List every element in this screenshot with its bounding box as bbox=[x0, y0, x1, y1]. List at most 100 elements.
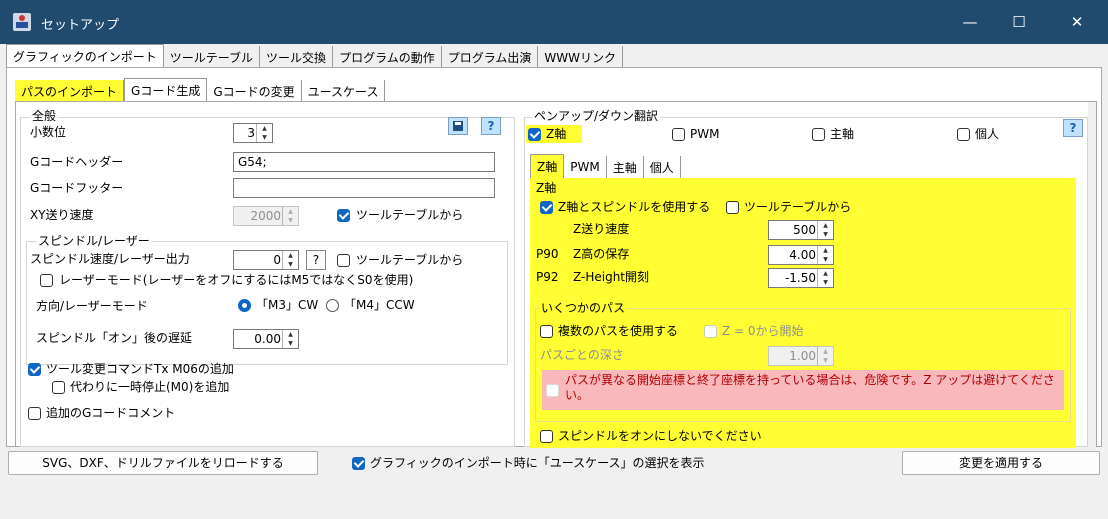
start-at-zero-label: Z = 0から開始 bbox=[722, 324, 804, 338]
pen-tab-z-axis[interactable]: Z軸 bbox=[530, 154, 565, 178]
down-arrow-icon[interactable]: ▼ bbox=[818, 255, 833, 264]
z-from-tool-table-checkbox[interactable] bbox=[726, 201, 739, 214]
xy-feed-label: XY送り速度 bbox=[30, 208, 94, 222]
tab-gcode-generation[interactable]: Gコード生成 bbox=[124, 78, 208, 102]
up-arrow-icon[interactable]: ▲ bbox=[283, 251, 298, 260]
pen-individual-checkbox[interactable] bbox=[957, 128, 970, 141]
up-arrow-icon[interactable]: ▲ bbox=[818, 246, 833, 255]
add-m06-checkbox[interactable] bbox=[28, 363, 41, 376]
tab-path-import[interactable]: パスのインポート bbox=[15, 80, 125, 102]
depth-per-pass-value: 1.00 bbox=[789, 349, 816, 363]
show-usecase-label: グラフィックのインポート時に「ユースケース」の選択を表示 bbox=[370, 456, 705, 470]
up-arrow-icon[interactable]: ▲ bbox=[818, 221, 833, 230]
show-usecase-checkbox[interactable] bbox=[352, 457, 365, 470]
use-z-and-spindle-checkbox[interactable] bbox=[540, 201, 553, 214]
xy-feed-from-tool-table-label: ツールテーブルから bbox=[356, 208, 464, 222]
main-tabs: グラフィックのインポート ツールテーブル ツール交換 プログラムの動作 プログラ… bbox=[6, 44, 623, 68]
down-arrow-icon[interactable]: ▼ bbox=[283, 339, 298, 348]
title-bar: セットアップ — ☐ ✕ bbox=[0, 0, 1108, 44]
xy-feed-stepper[interactable]: 2000 ▲ ▼ bbox=[233, 206, 299, 226]
spindle-delay-stepper[interactable]: 0.00 ▲ ▼ bbox=[233, 329, 299, 349]
reload-files-button[interactable]: SVG、DXF、ドリルファイルをリロードする bbox=[8, 451, 318, 475]
up-arrow-icon[interactable]: ▲ bbox=[818, 269, 833, 278]
tab-tool-table[interactable]: ツールテーブル bbox=[164, 46, 261, 68]
vertical-scrollbar[interactable] bbox=[1088, 102, 1096, 448]
direction-label: 方向/レーザーモード bbox=[36, 299, 148, 313]
down-arrow-icon[interactable]: ▼ bbox=[283, 260, 298, 269]
laser-mode-label: レーザーモード(レーザーをオフにするにはM5ではなくS0を使用) bbox=[59, 273, 414, 287]
pen-tabs: Z軸 PWM 主軸 個人 bbox=[530, 154, 681, 178]
z-height-label: Z-Height開刻 bbox=[573, 270, 650, 284]
down-arrow-icon[interactable]: ▼ bbox=[818, 356, 833, 365]
start-at-zero-checkbox[interactable] bbox=[704, 325, 717, 338]
tab-program-behavior[interactable]: プログラムの動作 bbox=[333, 46, 442, 68]
general-help-button[interactable]: ? bbox=[481, 117, 501, 135]
no-spindle-on-label: スピンドルをオンにしないでください bbox=[558, 429, 762, 443]
z-height-value: -1.50 bbox=[784, 271, 816, 285]
gcode-comments-label: 追加のGコードコメント bbox=[46, 406, 176, 420]
gcode-comments-checkbox[interactable] bbox=[28, 407, 41, 420]
p92-code: P92 bbox=[536, 270, 559, 284]
pen-spindle-checkbox[interactable] bbox=[812, 128, 825, 141]
window-title: セットアップ bbox=[41, 18, 120, 33]
pen-pwm-checkbox[interactable] bbox=[672, 128, 685, 141]
up-arrow-icon[interactable]: ▲ bbox=[257, 124, 272, 133]
no-spindle-on-checkbox[interactable] bbox=[540, 430, 553, 443]
gcode-header-label: Gコードヘッダー bbox=[30, 155, 124, 169]
pen-tab-pwm[interactable]: PWM bbox=[564, 156, 607, 178]
laser-mode-checkbox[interactable] bbox=[40, 274, 53, 287]
spindle-speed-stepper[interactable]: 0 ▲ ▼ bbox=[233, 250, 299, 270]
tab-www-links[interactable]: WWWリンク bbox=[538, 46, 623, 68]
up-arrow-icon[interactable]: ▲ bbox=[283, 330, 298, 339]
pen-tab-spindle[interactable]: 主軸 bbox=[607, 156, 644, 178]
spindle-speed-help-button[interactable]: ? bbox=[306, 250, 326, 270]
spindle-from-tool-table-checkbox[interactable] bbox=[337, 254, 350, 267]
ccw-label: 「M4」CCW bbox=[344, 298, 415, 312]
up-arrow-icon[interactable]: ▲ bbox=[818, 347, 833, 356]
z-feed-label: Z送り速度 bbox=[573, 222, 630, 236]
gcode-header-input[interactable]: G54; bbox=[233, 152, 495, 172]
pause-m0-label: 代わりに一時停止(M0)を追加 bbox=[70, 380, 230, 394]
multi-pass-label: 複数のパスを使用する bbox=[558, 324, 679, 338]
save-icon[interactable] bbox=[448, 117, 468, 135]
z-height-stepper[interactable]: -1.50 ▲ ▼ bbox=[768, 268, 834, 288]
pause-m0-checkbox[interactable] bbox=[52, 381, 65, 394]
use-z-and-spindle-label: Z軸とスピンドルを使用する bbox=[558, 200, 711, 214]
tab-graphic-import[interactable]: グラフィックのインポート bbox=[6, 44, 164, 68]
down-arrow-icon[interactable]: ▼ bbox=[257, 133, 272, 142]
depth-per-pass-stepper[interactable]: 1.00 ▲ ▼ bbox=[768, 346, 834, 366]
xy-feed-from-tool-table-checkbox[interactable] bbox=[337, 209, 350, 222]
z-save-stepper[interactable]: 4.00 ▲ ▼ bbox=[768, 245, 834, 265]
pen-z-axis-checkbox[interactable] bbox=[528, 128, 541, 141]
minimize-button[interactable]: — bbox=[947, 0, 993, 44]
cw-radio[interactable] bbox=[238, 299, 251, 312]
xy-feed-value: 2000 bbox=[250, 209, 281, 223]
apply-changes-button[interactable]: 変更を適用する bbox=[902, 451, 1100, 475]
warning-checkbox[interactable] bbox=[546, 384, 559, 397]
z-group-title: Z軸 bbox=[536, 181, 557, 195]
down-arrow-icon[interactable]: ▼ bbox=[818, 230, 833, 239]
spindle-title: スピンドル/レーザー bbox=[36, 234, 152, 248]
tab-tool-change[interactable]: ツール交換 bbox=[260, 46, 334, 68]
decimals-stepper[interactable]: 3 ▲ ▼ bbox=[233, 123, 273, 143]
up-arrow-icon[interactable]: ▲ bbox=[283, 207, 298, 216]
ccw-radio[interactable] bbox=[326, 299, 339, 312]
gcode-footer-label: Gコードフッター bbox=[30, 181, 124, 195]
pen-tab-individual[interactable]: 個人 bbox=[644, 156, 681, 178]
tab-program-output[interactable]: プログラム出演 bbox=[442, 46, 539, 68]
general-title: 全般 bbox=[30, 109, 59, 123]
tab-gcode-modify[interactable]: Gコードの変更 bbox=[207, 80, 302, 102]
z-feed-value: 500 bbox=[793, 223, 816, 237]
maximize-button[interactable]: ☐ bbox=[996, 0, 1042, 44]
pen-help-button[interactable]: ? bbox=[1063, 119, 1083, 137]
multi-pass-checkbox[interactable] bbox=[540, 325, 553, 338]
spindle-delay-value: 0.00 bbox=[254, 332, 281, 346]
tab-use-case[interactable]: ユースケース bbox=[302, 80, 386, 102]
close-button[interactable]: ✕ bbox=[1054, 0, 1100, 44]
p90-code: P90 bbox=[536, 247, 559, 261]
z-save-value: 4.00 bbox=[789, 248, 816, 262]
z-feed-stepper[interactable]: 500 ▲ ▼ bbox=[768, 220, 834, 240]
down-arrow-icon[interactable]: ▼ bbox=[818, 278, 833, 287]
gcode-footer-input[interactable] bbox=[233, 178, 495, 198]
down-arrow-icon[interactable]: ▼ bbox=[283, 216, 298, 225]
